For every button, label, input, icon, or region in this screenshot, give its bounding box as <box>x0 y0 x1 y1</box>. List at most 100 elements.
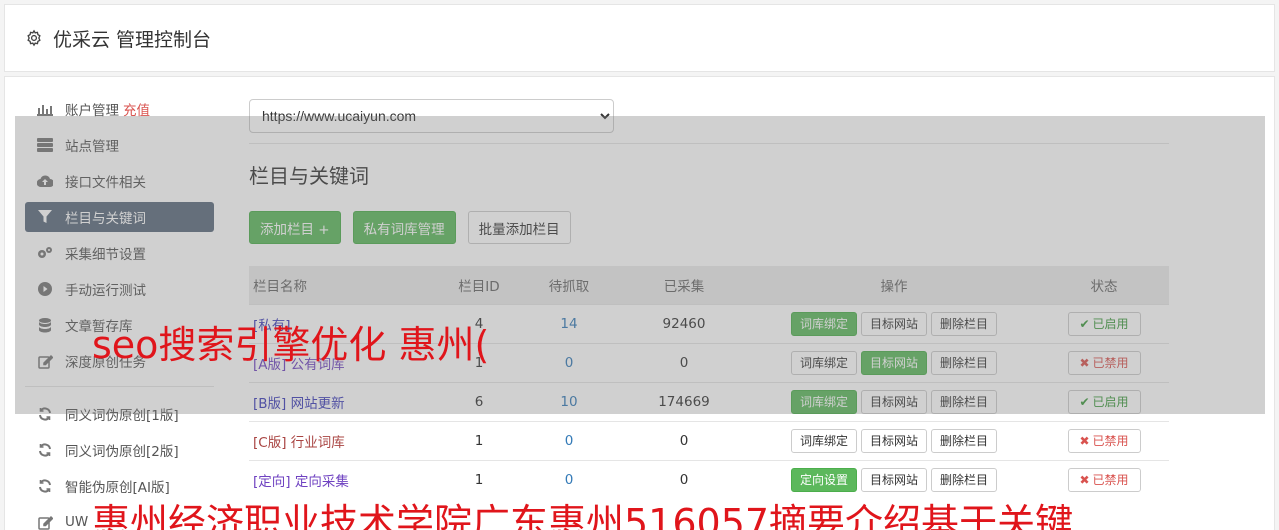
sidebar-item-label: 同义词伪原创[1版] <box>65 408 179 424</box>
status-label: 已禁用 <box>1092 473 1129 488</box>
status-toggle[interactable]: ✖ 已禁用 <box>1067 467 1141 492</box>
delete-column-button[interactable]: 删除栏目 <box>931 467 998 492</box>
status-cell: ✖ 已禁用 <box>1039 342 1169 382</box>
status-toggle[interactable]: ✔ 已启用 <box>1067 311 1141 336</box>
sidebar-divider <box>25 386 214 387</box>
check-icon: ✔ <box>1079 316 1090 331</box>
bind-library-button[interactable]: 词库绑定 <box>790 311 857 336</box>
pending-count[interactable]: 0 <box>519 420 619 460</box>
target-site-button[interactable]: 目标网站 <box>860 389 927 414</box>
header-pending: 待抓取 <box>548 278 590 295</box>
sidebar-item-collect-settings[interactable]: 采集细节设置 <box>25 238 214 268</box>
target-site-button[interactable]: 目标网站 <box>860 350 927 375</box>
target-site-button[interactable]: 目标网站 <box>860 428 927 453</box>
sidebar-item-columns[interactable]: 栏目与关键词 <box>25 202 214 232</box>
sidebar-item-label: 账户管理 <box>65 103 119 119</box>
column-id: 6 <box>439 381 519 421</box>
delete-column-button[interactable]: 删除栏目 <box>931 428 998 453</box>
recharge-link[interactable]: 充值 <box>123 99 150 119</box>
sidebar-item-synonym-v1[interactable]: 同义词伪原创[1版] <box>25 399 214 429</box>
database-icon <box>37 317 53 333</box>
status-toggle[interactable]: ✔ 已启用 <box>1067 389 1141 414</box>
status-toggle[interactable]: ✖ 已禁用 <box>1067 350 1141 375</box>
server-icon <box>37 137 53 153</box>
delete-column-button[interactable]: 删除栏目 <box>931 311 998 336</box>
cloud-upload-icon <box>37 173 53 189</box>
column-tag: [C版] <box>253 434 287 451</box>
private-library-button[interactable]: 私有词库管理 <box>352 211 456 244</box>
status-toggle[interactable]: ✖ 已禁用 <box>1067 428 1141 453</box>
target-site-button[interactable]: 目标网站 <box>860 467 927 492</box>
bar-chart-icon <box>37 101 53 117</box>
collected-count: 92460 <box>619 303 749 343</box>
column-name[interactable]: 行业词库 <box>291 435 345 451</box>
close-icon: ✖ <box>1079 433 1090 448</box>
status-label: 已禁用 <box>1092 356 1129 370</box>
header-collected: 已采集 <box>663 278 705 295</box>
header-actions: 操作 <box>880 278 908 295</box>
edit-icon <box>37 514 53 530</box>
sidebar-item-sites[interactable]: 站点管理 <box>25 130 214 160</box>
content-panel: 账户管理 充值 站点管理 接口文件相关 栏目与关键词 采集细节设置 手动运行测试… <box>4 76 1275 530</box>
page-title: 栏目与关键词 <box>249 164 369 188</box>
delete-column-button[interactable]: 删除栏目 <box>931 389 998 414</box>
site-select[interactable]: https://www.ucaiyun.com <box>249 99 614 133</box>
table-header-row: 栏目名称 栏目ID 待抓取 已采集 操作 状态 <box>249 266 1169 304</box>
actions-cell: 词库绑定 目标网站 删除栏目 <box>749 303 1039 343</box>
column-name-cell[interactable]: [B版] 网站更新 <box>249 381 439 421</box>
sidebar-item-interface[interactable]: 接口文件相关 <box>25 166 214 196</box>
status-label: 已禁用 <box>1092 434 1129 448</box>
table-row: [C版] 行业词库 1 0 0 词库绑定 目标网站 删除栏目 ✖ 已禁用 <box>249 420 1169 460</box>
bind-library-button[interactable]: 词库绑定 <box>790 350 857 375</box>
watermark-text: 惠州经济职业技术学院广东惠州516057摘要介绍基于关键 <box>92 501 1074 530</box>
directed-settings-button[interactable]: 定向设置 <box>790 467 857 492</box>
close-icon: ✖ <box>1079 472 1090 487</box>
delete-column-button[interactable]: 删除栏目 <box>931 350 998 375</box>
status-cell: ✔ 已启用 <box>1039 303 1169 343</box>
bind-library-button[interactable]: 词库绑定 <box>790 428 857 453</box>
header-name: 栏目名称 <box>253 278 307 295</box>
close-icon: ✖ <box>1079 355 1090 370</box>
main-area: https://www.ucaiyun.com 栏目与关键词 添加栏目 + 私有… <box>249 99 1169 499</box>
cogs-icon <box>37 245 53 261</box>
columns-table: 栏目名称 栏目ID 待抓取 已采集 操作 状态 [私有] 4 14 92460 … <box>249 266 1169 499</box>
sidebar-item-label: 站点管理 <box>65 139 119 155</box>
gear-icon <box>25 29 43 47</box>
column-id: 1 <box>439 420 519 460</box>
sidebar-item-label: 采集细节设置 <box>65 247 146 263</box>
watermark-text: seo搜索引擎优化 惠州( <box>92 323 490 367</box>
sidebar-item-label: 接口文件相关 <box>65 175 146 191</box>
pending-count[interactable]: 0 <box>519 342 619 382</box>
bind-library-button[interactable]: 词库绑定 <box>790 389 857 414</box>
actions-cell: 词库绑定 目标网站 删除栏目 <box>749 381 1039 421</box>
column-tag: [B版] <box>253 395 287 412</box>
column-tag: [定向] <box>253 473 291 490</box>
collected-count: 0 <box>619 342 749 382</box>
status-cell: ✖ 已禁用 <box>1039 420 1169 460</box>
collected-count: 174669 <box>619 381 749 421</box>
column-name-cell[interactable]: [C版] 行业词库 <box>249 420 439 460</box>
sidebar-item-manual-run[interactable]: 手动运行测试 <box>25 274 214 304</box>
edit-icon <box>37 353 53 369</box>
status-cell: ✔ 已启用 <box>1039 381 1169 421</box>
status-label: 已启用 <box>1092 395 1129 409</box>
batch-add-column-button[interactable]: 批量添加栏目 <box>467 211 571 244</box>
filter-icon <box>37 209 53 225</box>
toolbar: 添加栏目 + 私有词库管理 批量添加栏目 <box>249 211 1169 244</box>
actions-cell: 词库绑定 目标网站 删除栏目 <box>749 420 1039 460</box>
sidebar-item-account[interactable]: 账户管理 充值 <box>25 94 214 124</box>
add-column-button[interactable]: 添加栏目 + <box>249 211 341 244</box>
header-id: 栏目ID <box>458 278 500 295</box>
sidebar-item-synonym-v2[interactable]: 同义词伪原创[2版] <box>25 435 214 465</box>
column-name[interactable]: 网站更新 <box>291 396 345 412</box>
sidebar-item-label: 同义词伪原创[2版] <box>65 444 179 460</box>
table-row: [B版] 网站更新 6 10 174669 词库绑定 目标网站 删除栏目 ✔ 已启… <box>249 381 1169 421</box>
target-site-button[interactable]: 目标网站 <box>860 311 927 336</box>
column-name[interactable]: 定向采集 <box>295 474 349 490</box>
pending-count[interactable]: 10 <box>519 381 619 421</box>
divider <box>249 143 1169 144</box>
refresh-icon <box>37 478 53 494</box>
header-status: 状态 <box>1090 278 1118 295</box>
pending-count[interactable]: 14 <box>519 303 619 343</box>
sidebar-item-label: 手动运行测试 <box>65 283 146 299</box>
